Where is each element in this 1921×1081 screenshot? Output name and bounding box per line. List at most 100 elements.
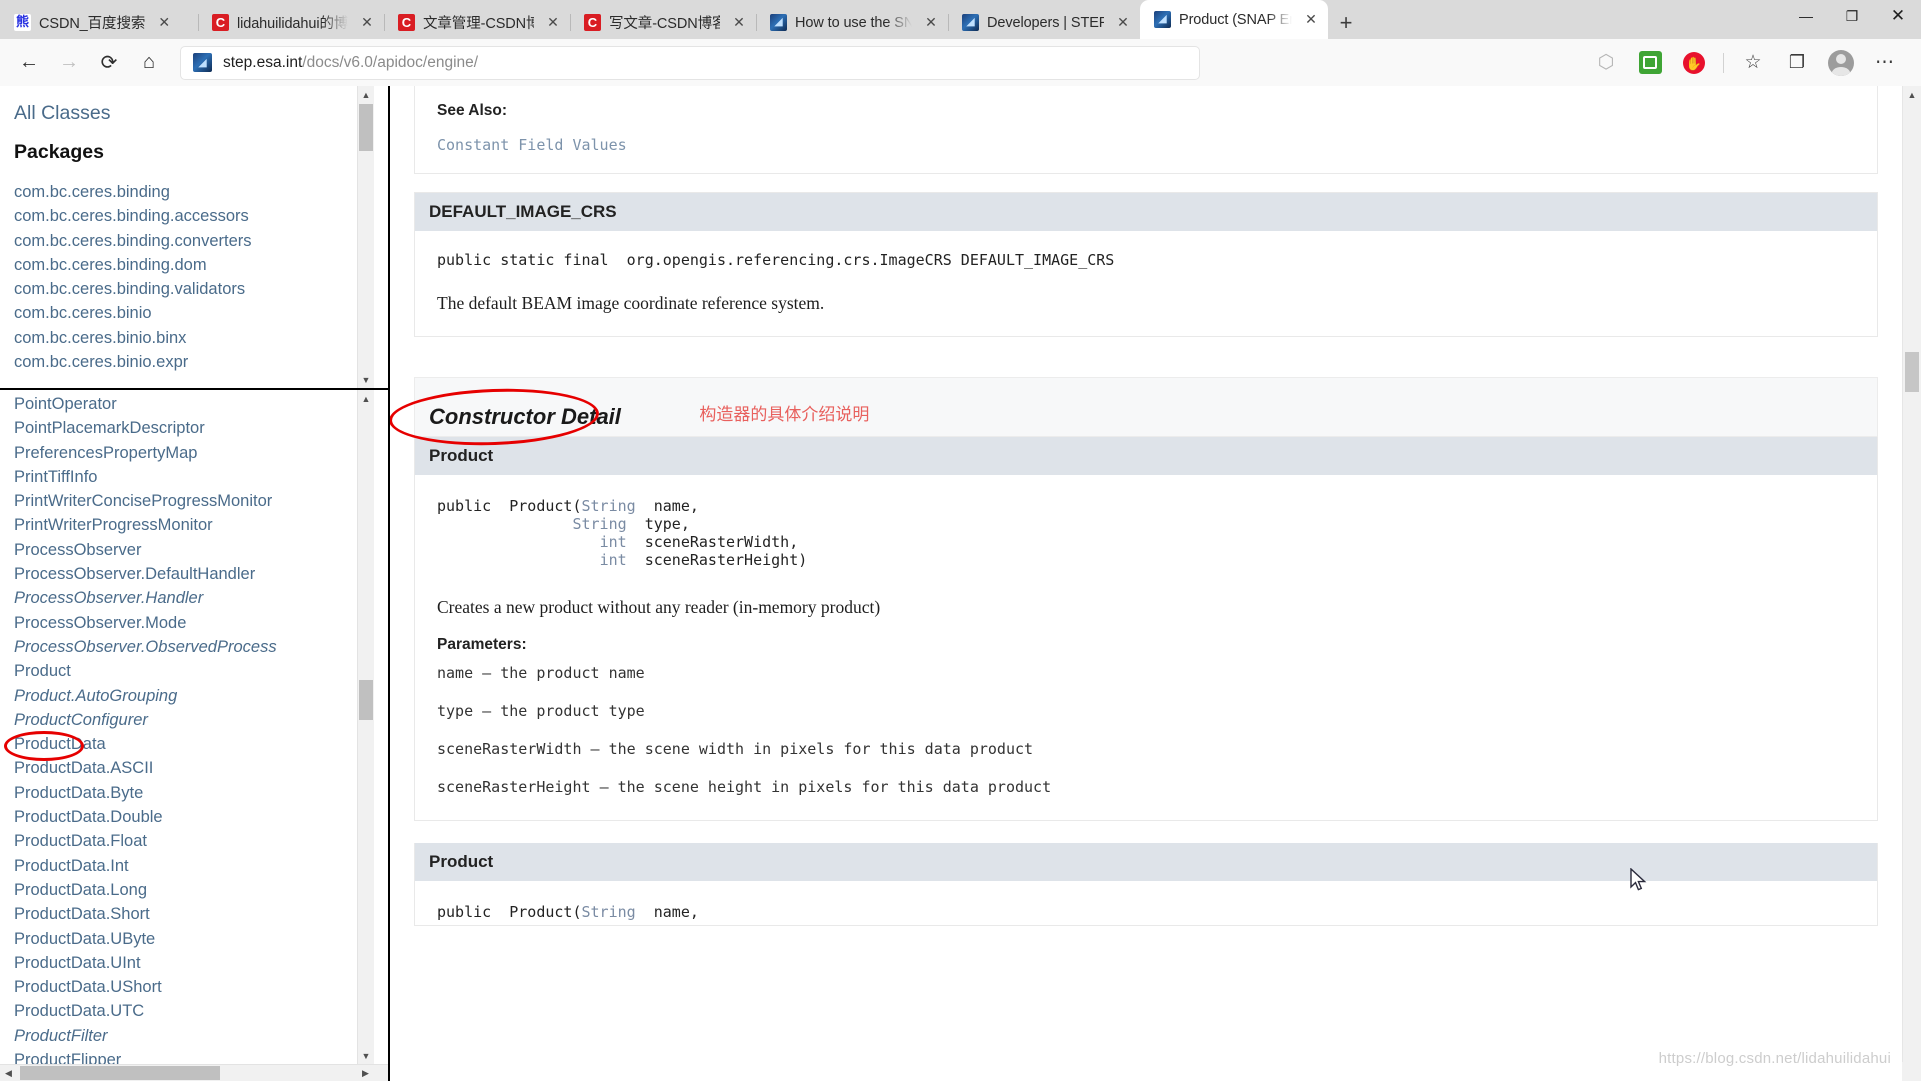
class-item[interactable]: ProductFilter [14,1024,388,1048]
class-item[interactable]: ProductData.Int [14,854,388,878]
class-item[interactable]: ProductData.Long [14,878,388,902]
class-item[interactable]: ProcessObserver [14,538,388,562]
window-resize-grip[interactable] [1902,1062,1921,1081]
class-item[interactable]: ProcessObserver.Handler [14,586,388,610]
class-item[interactable]: Product.AutoGrouping [14,684,388,708]
browser-tab-5[interactable]: ◢ Developers | STEP ✕ [948,6,1140,39]
package-item[interactable]: com.bc.ceres.binding.converters [14,229,388,253]
home-icon[interactable]: ⌂ [130,46,168,80]
scroll-up-icon[interactable]: ▲ [1903,86,1921,104]
class-item[interactable]: ProcessObserver.Mode [14,611,388,635]
tab-close-icon[interactable]: ✕ [1112,12,1134,34]
class-item[interactable]: PointOperator [14,392,388,416]
printer-icon[interactable] [1630,46,1670,80]
reload-icon[interactable]: ⟳ [90,46,128,80]
scrollbar-thumb[interactable] [359,104,373,151]
scroll-up-icon[interactable]: ▲ [358,390,374,407]
scrollbar-thumb[interactable] [20,1066,220,1080]
new-tab-button[interactable]: + [1328,6,1364,39]
class-item[interactable]: PreferencesPropertyMap [14,441,388,465]
class-item[interactable]: ProcessObserver.ObservedProcess [14,635,388,659]
browser-tab-2[interactable]: C 文章管理-CSDN博客 ✕ [384,6,570,39]
settings-more-icon[interactable]: ⋯ [1865,46,1905,80]
package-item[interactable]: com.bc.ceres.binding.accessors [14,204,388,228]
class-item[interactable]: ProductData.Float [14,829,388,853]
navigation-toolbar: ← → ⟳ ⌂ ◢ step.esa.int/docs/v6.0/apidoc/… [0,39,1921,86]
tab-close-icon[interactable]: ✕ [153,12,175,34]
page-vertical-scrollbar[interactable]: ▲ ▼ [1902,86,1921,1081]
param-desc: the product type [500,702,645,720]
package-item[interactable]: com.bc.ceres.binio.binx [14,326,388,350]
minimize-button[interactable]: — [1783,0,1829,32]
back-icon[interactable]: ← [10,46,48,80]
scroll-down-icon[interactable]: ▼ [358,371,374,388]
class-item[interactable]: ProductData.UInt [14,951,388,975]
all-classes-link[interactable]: All Classes [14,96,388,127]
package-item[interactable]: com.bc.ceres.binding.dom [14,253,388,277]
class-item-product-selected[interactable]: Product [14,659,388,683]
class-item[interactable]: ProductData.UByte [14,927,388,951]
sig-param-name: sceneRasterHeight) [645,551,808,569]
package-item[interactable]: com.bc.ceres.binio [14,301,388,325]
maximize-button[interactable]: ❐ [1829,0,1875,32]
scroll-right-icon[interactable]: ▶ [357,1065,374,1081]
sig-param-name: name, [654,903,699,921]
param-name: type [437,702,473,720]
class-item[interactable]: ProductData.UTC [14,999,388,1023]
section-spacer [414,355,1878,377]
packages-frame-content: All Classes Packages com.bc.ceres.bindin… [0,86,388,374]
browser-tab-0[interactable]: 熊 CSDN_百度搜索 ✕ [0,6,198,39]
package-item[interactable]: com.bc.ceres.binding.validators [14,277,388,301]
browser-tab-3[interactable]: C 写文章-CSDN博客 ✕ [570,6,756,39]
adblock-icon[interactable]: ✋ [1674,46,1714,80]
tab-close-icon[interactable]: ✕ [728,12,750,34]
collections-icon[interactable]: ❐ [1777,46,1817,80]
classes-vertical-scrollbar[interactable]: ▲ ▼ [357,390,374,1064]
tab-close-icon[interactable]: ✕ [542,12,564,34]
profile-icon[interactable] [1821,46,1861,80]
window-close-button[interactable]: ✕ [1875,0,1921,32]
scroll-down-icon[interactable]: ▼ [358,1047,374,1064]
scroll-left-icon[interactable]: ◀ [0,1065,17,1081]
class-item[interactable]: PrintTiffInfo [14,465,388,489]
class-item[interactable]: ProcessObserver.DefaultHandler [14,562,388,586]
toolbar-icons: ⬡ ✋ ☆ ❐ ⋯ [1586,46,1911,80]
avatar [1828,50,1854,76]
sig-param-type: String [582,497,636,515]
package-item[interactable]: com.bc.ceres.binding [14,180,388,204]
class-item[interactable]: ProductConfigurer [14,708,388,732]
class-item[interactable]: PrintWriterProgressMonitor [14,513,388,537]
constant-field-values-link[interactable]: Constant Field Values [437,136,627,154]
favorites-icon[interactable]: ☆ [1733,46,1773,80]
javadoc-left-frameset: All Classes Packages com.bc.ceres.bindin… [0,86,390,1081]
packages-vertical-scrollbar[interactable]: ▲ ▼ [357,86,374,388]
sig-param-type: int [600,533,627,551]
class-item[interactable]: PointPlacemarkDescriptor [14,416,388,440]
scroll-up-icon[interactable]: ▲ [358,86,374,103]
forward-icon[interactable]: → [50,46,88,80]
class-item[interactable]: ProductData [14,732,388,756]
tab-close-icon[interactable]: ✕ [920,12,942,34]
class-item[interactable]: ProductData.Double [14,805,388,829]
browser-tab-1[interactable]: C lidahuilidahui的博客_超 ✕ [198,6,384,39]
class-item[interactable]: PrintWriterConciseProgressMonitor [14,489,388,513]
class-item[interactable]: ProductData.ASCII [14,756,388,780]
office-icon[interactable]: ⬡ [1586,46,1626,80]
browser-tab-4[interactable]: ◢ How to use the SNAP A ✕ [756,6,948,39]
package-item[interactable]: com.bc.ceres.binio.expr [14,350,388,374]
tab-title: lidahuilidahui的博客_超 [237,12,348,33]
classes-horizontal-scrollbar[interactable]: ◀ ▶ [0,1064,388,1081]
scrollbar-thumb[interactable] [1905,352,1919,392]
blog-watermark: https://blog.csdn.net/lidahuilidahui [1659,1050,1891,1067]
scrollbar-thumb[interactable] [359,680,373,720]
field-name: DEFAULT_IMAGE_CRS [961,251,1115,269]
class-item[interactable]: ProductData.Byte [14,781,388,805]
sig-param-type: String [582,903,636,921]
packages-frame: All Classes Packages com.bc.ceres.bindin… [0,86,388,390]
browser-tab-6-active[interactable]: ◢ Product (SNAP Engine ✕ [1140,0,1328,39]
class-item[interactable]: ProductData.UShort [14,975,388,999]
tab-close-icon[interactable]: ✕ [1300,9,1322,31]
address-bar[interactable]: ◢ step.esa.int/docs/v6.0/apidoc/engine/ [180,46,1200,80]
class-item[interactable]: ProductData.Short [14,902,388,926]
tab-close-icon[interactable]: ✕ [356,12,378,34]
